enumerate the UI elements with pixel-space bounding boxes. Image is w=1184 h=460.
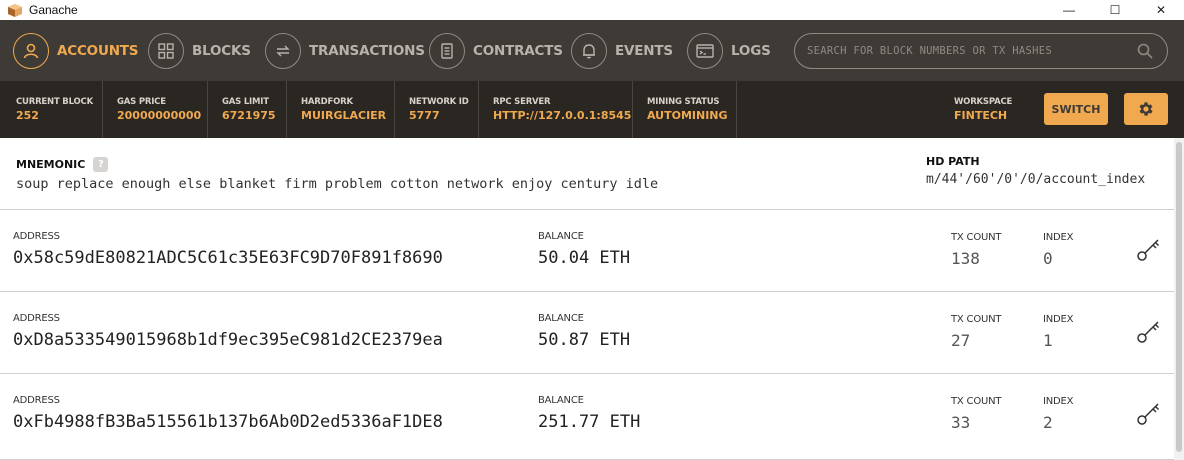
tab-blocks[interactable]: BLOCKS: [148, 20, 251, 81]
account-address: 0x58c59dE80821ADC5C61c35E63FC9D70F891f86…: [13, 248, 443, 268]
stat-value: HTTP://127.0.0.1:8545: [493, 109, 632, 122]
stat-gas-limit: GAS LIMIT 6721975: [222, 81, 287, 138]
tx-count-label: TX COUNT: [951, 396, 1002, 407]
account-row: ADDRESS 0xFb4988fB3Ba515561b137b6Ab0D2ed…: [0, 374, 1174, 460]
tab-blocks-label: BLOCKS: [192, 42, 251, 59]
tx-count-label: TX COUNT: [951, 314, 1002, 325]
help-icon[interactable]: ?: [93, 157, 109, 172]
stat-label: GAS LIMIT: [222, 97, 269, 107]
stat-value: FINTECH: [954, 109, 1008, 122]
key-icon[interactable]: [1136, 400, 1162, 426]
search-box: [794, 33, 1168, 69]
stat-network-id: NETWORK ID 5777: [409, 81, 479, 138]
tab-contracts-label: CONTRACTS: [473, 42, 563, 59]
account-address: 0xFb4988fB3Ba515561b137b6Ab0D2ed5336aF1D…: [13, 412, 443, 432]
key-icon[interactable]: [1136, 318, 1162, 344]
stat-gas-price: GAS PRICE 20000000000: [117, 81, 208, 138]
accounts-list: ADDRESS 0x58c59dE80821ADC5C61c35E63FC9D7…: [0, 210, 1174, 460]
scrollbar-thumb[interactable]: [1176, 142, 1182, 452]
stat-mining-status: MINING STATUS AUTOMINING: [647, 81, 737, 138]
stat-label: MINING STATUS: [647, 97, 720, 107]
stat-label: NETWORK ID: [409, 97, 469, 107]
account-index: 2: [1043, 413, 1053, 432]
stat-workspace: WORKSPACE FINTECH: [954, 81, 1024, 138]
transactions-icon: [265, 32, 301, 69]
stat-label: HARDFORK: [301, 97, 353, 107]
settings-button[interactable]: [1124, 93, 1168, 125]
tab-events[interactable]: EVENTS: [571, 20, 673, 81]
account-balance: 50.87 ETH: [538, 330, 631, 350]
mnemonic-section: MNEMONIC ? soup replace enough else blan…: [0, 138, 1174, 210]
maximize-button[interactable]: ☐: [1092, 0, 1138, 20]
stat-label: WORKSPACE: [954, 97, 1013, 107]
tab-contracts[interactable]: CONTRACTS: [429, 20, 563, 81]
search-icon[interactable]: [1137, 43, 1153, 59]
mnemonic-value: soup replace enough else blanket firm pr…: [16, 176, 659, 192]
index-label: INDEX: [1043, 396, 1074, 407]
ganache-logo-icon: [8, 3, 22, 17]
tab-transactions-label: TRANSACTIONS: [309, 42, 425, 59]
index-label: INDEX: [1043, 314, 1074, 325]
hd-path-value: m/44'/60'/0'/0/account_index: [926, 172, 1146, 187]
tab-accounts-label: ACCOUNTS: [57, 42, 139, 59]
close-button[interactable]: ✕: [1138, 0, 1184, 20]
index-label: INDEX: [1043, 232, 1074, 243]
account-row: ADDRESS 0xD8a533549015968b1df9ec395eC981…: [0, 292, 1174, 374]
stat-label: RPC SERVER: [493, 97, 551, 107]
stat-hardfork: HARDFORK MUIRGLACIER: [301, 81, 395, 138]
window-title: Ganache: [29, 3, 78, 17]
stat-value: 252: [16, 109, 39, 122]
tab-transactions[interactable]: TRANSACTIONS: [265, 20, 425, 81]
contracts-icon: [429, 32, 465, 69]
account-address: 0xD8a533549015968b1df9ec395eC981d2CE2379…: [13, 330, 443, 350]
mnemonic-label: MNEMONIC ?: [16, 157, 109, 172]
account-row: ADDRESS 0x58c59dE80821ADC5C61c35E63FC9D7…: [0, 210, 1174, 292]
user-icon: [13, 32, 49, 69]
stats-bar: CURRENT BLOCK 252 GAS PRICE 20000000000 …: [0, 81, 1184, 138]
stat-label: GAS PRICE: [117, 97, 166, 107]
tx-count-label: TX COUNT: [951, 232, 1002, 243]
account-tx-count: 27: [951, 331, 971, 350]
address-label: ADDRESS: [13, 395, 60, 406]
bell-icon: [571, 32, 607, 69]
stat-value: 6721975: [222, 109, 276, 122]
stat-label: CURRENT BLOCK: [16, 97, 93, 107]
tab-accounts[interactable]: ACCOUNTS: [13, 20, 139, 81]
gear-icon: [1139, 102, 1153, 116]
blocks-icon: [148, 32, 184, 69]
nav-bar: ACCOUNTS BLOCKS TRANSACTIONS CONTRACTS E…: [0, 20, 1184, 81]
minimize-button[interactable]: —: [1046, 0, 1092, 20]
account-balance: 251.77 ETH: [538, 412, 641, 432]
switch-button[interactable]: SWITCH: [1044, 93, 1108, 125]
tab-logs-label: LOGS: [731, 42, 771, 59]
address-label: ADDRESS: [13, 313, 60, 324]
stat-value: MUIRGLACIER: [301, 109, 387, 122]
account-tx-count: 138: [951, 249, 980, 268]
stat-current-block: CURRENT BLOCK 252: [16, 81, 103, 138]
account-index: 1: [1043, 331, 1053, 350]
scrollbar[interactable]: [1174, 138, 1184, 460]
stat-value: 20000000000: [117, 109, 202, 122]
terminal-icon: [687, 32, 723, 69]
mnemonic-label-text: MNEMONIC: [16, 158, 86, 171]
account-balance: 50.04 ETH: [538, 248, 631, 268]
account-tx-count: 33: [951, 413, 971, 432]
address-label: ADDRESS: [13, 231, 60, 242]
account-index: 0: [1043, 249, 1053, 268]
tab-logs[interactable]: LOGS: [687, 20, 771, 81]
balance-label: BALANCE: [538, 313, 584, 324]
hd-path-label: HD PATH: [926, 155, 980, 168]
stat-rpc-server: RPC SERVER HTTP://127.0.0.1:8545: [493, 81, 633, 138]
tab-events-label: EVENTS: [615, 42, 673, 59]
balance-label: BALANCE: [538, 231, 584, 242]
key-icon[interactable]: [1136, 236, 1162, 262]
title-bar: Ganache — ☐ ✕: [0, 0, 1184, 20]
balance-label: BALANCE: [538, 395, 584, 406]
stat-value: AUTOMINING: [647, 109, 728, 122]
search-input[interactable]: [807, 45, 1127, 57]
stat-value: 5777: [409, 109, 440, 122]
